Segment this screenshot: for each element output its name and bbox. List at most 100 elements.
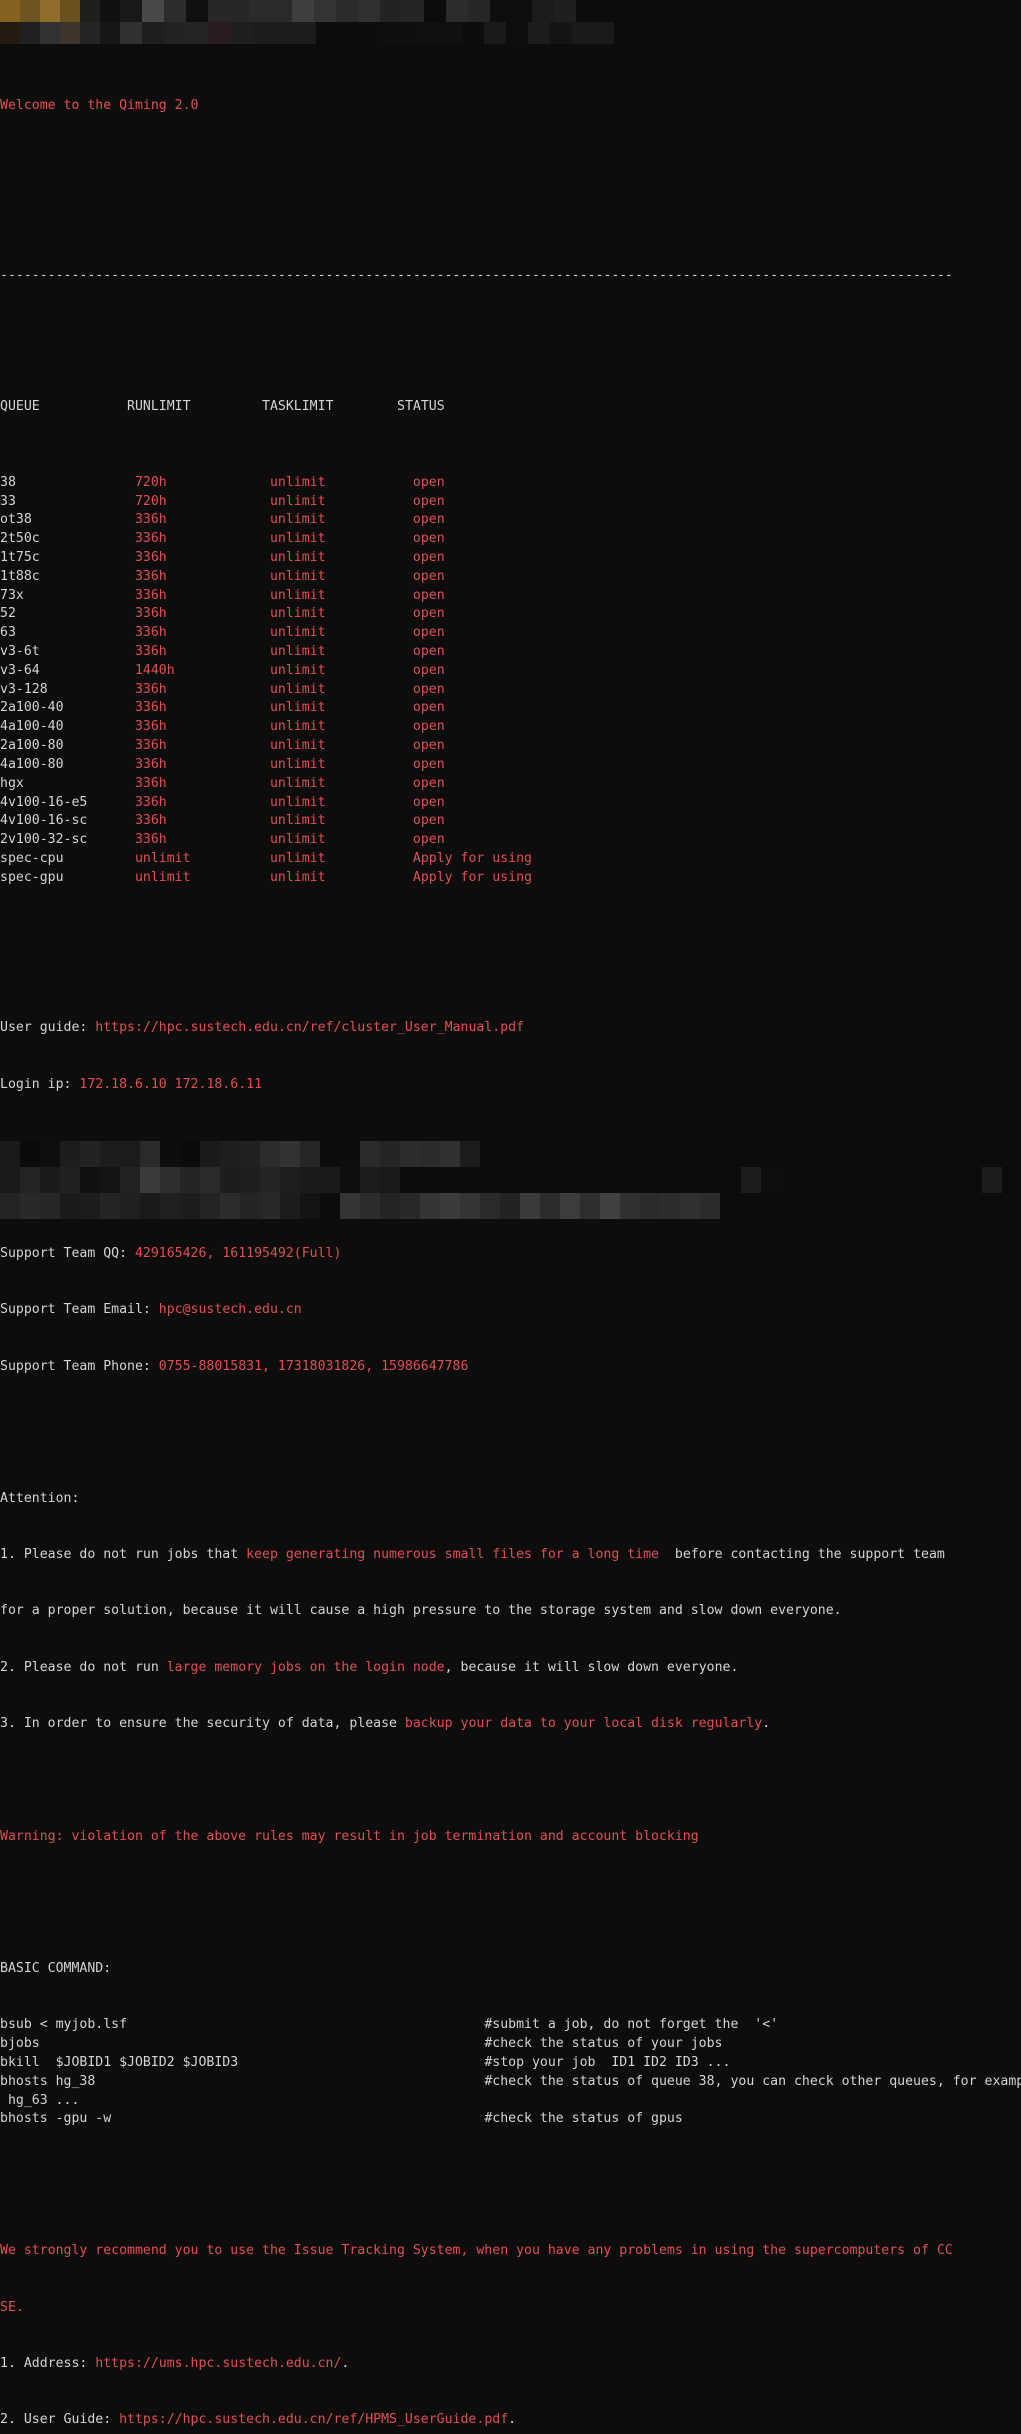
mosaic-block <box>120 1167 140 1193</box>
queue-name: v3-128 <box>0 681 135 697</box>
address-label: 1. Address: <box>0 2355 96 2371</box>
mosaic-block <box>60 1167 80 1193</box>
qq-line: Support Team QQ: 429165426, 161195492(Fu… <box>0 1245 1021 1264</box>
mosaic-block <box>460 1193 480 1219</box>
queue-runlimit: 336h <box>134 549 270 565</box>
mosaic-block <box>160 1193 180 1219</box>
queue-name: 2a100-40 <box>0 700 135 716</box>
queue-tasklimit: unlimit <box>269 512 413 528</box>
queue-name: hgx <box>0 775 135 791</box>
qq-label: Support Team QQ: <box>0 1246 135 1261</box>
command-text: bsub < myjob.lsf <box>0 2017 485 2033</box>
mosaic-block <box>300 1193 320 1219</box>
mosaic-block <box>100 0 120 22</box>
attention-2-pre: 2. Please do not run <box>0 1659 167 1675</box>
mosaic-block <box>80 0 100 22</box>
guide-url[interactable]: https://hpc.sustech.edu.cn/ref/HPMS_User… <box>119 2412 508 2427</box>
queue-runlimit: 336h <box>134 531 270 547</box>
basic-command-body: bsub < myjob.lsf #submit a job, do not f… <box>0 2016 1021 2129</box>
command-comment: #check the status of your jobs <box>484 2036 723 2052</box>
attention-3-pre: 3. In order to ensure the security of da… <box>0 1716 405 1732</box>
mosaic-row <box>0 1193 1021 1219</box>
email-value[interactable]: hpc@sustech.edu.cn <box>159 1302 302 1317</box>
mosaic-block <box>200 1167 220 1193</box>
mosaic-block <box>140 1167 160 1193</box>
mosaic-row <box>0 0 1021 22</box>
mosaic-block <box>120 0 142 22</box>
queue-name: 52 <box>0 606 135 622</box>
attention-item-1-wrap: for a proper solution, because it will c… <box>0 1603 842 1619</box>
mosaic-block <box>20 1167 40 1193</box>
mosaic-block <box>500 1193 520 1219</box>
mosaic-block <box>360 1193 380 1219</box>
mosaic-block <box>280 1167 300 1193</box>
queue-runlimit: 336h <box>134 756 270 772</box>
mosaic-block <box>680 1193 700 1219</box>
queue-runlimit: 336h <box>134 794 270 810</box>
mosaic-block <box>180 1141 200 1167</box>
mosaic-block <box>80 1141 100 1167</box>
terminal-window: Welcome to the Qiming 2.0 --------------… <box>0 0 1021 2427</box>
mosaic-block <box>336 0 358 22</box>
mosaic-block <box>380 1193 400 1219</box>
mosaic-block <box>520 1193 540 1219</box>
queue-table-row: v3-128 336h unlimit open <box>0 681 1021 700</box>
address-url[interactable]: https://ums.hpc.sustech.edu.cn/ <box>95 2356 341 2371</box>
phone-line: Support Team Phone: 0755-88015831, 17318… <box>0 1358 1021 1377</box>
mosaic-block <box>120 1193 140 1219</box>
mosaic-block <box>60 0 80 22</box>
queue-tasklimit: unlimit <box>269 794 413 810</box>
mosaic-block <box>240 1141 260 1167</box>
issue-tracking-recommend-1: We strongly recommend you to use the Iss… <box>0 2243 953 2259</box>
mosaic-block <box>160 1141 180 1167</box>
mosaic-block <box>320 1193 340 1219</box>
mosaic-block <box>240 1167 260 1193</box>
mosaic-block <box>200 1193 220 1219</box>
queue-table-row: 63 336h unlimit open <box>0 624 1021 643</box>
mosaic-block <box>180 1193 200 1219</box>
mosaic-block <box>100 1167 120 1193</box>
welcome-message: Welcome to the Qiming 2.0 <box>0 98 199 114</box>
mosaic-block <box>40 1167 60 1193</box>
queue-runlimit: 336h <box>134 700 270 716</box>
mosaic-block <box>700 1193 720 1219</box>
mosaic-block <box>440 1193 460 1219</box>
mosaic-block <box>380 0 402 22</box>
queue-table-row: spec-gpu unlimit unlimit Apply for using <box>0 869 1021 888</box>
user-guide-url[interactable]: https://hpc.sustech.edu.cn/ref/cluster_U… <box>95 1020 524 1035</box>
mosaic-block <box>600 1193 620 1219</box>
queue-name: 1t75c <box>0 549 135 565</box>
mosaic-block <box>400 1141 420 1167</box>
queue-table-row: 4v100-16-sc 336h unlimit open <box>0 812 1021 831</box>
mosaic-block <box>490 0 532 22</box>
queue-runlimit: unlimit <box>134 850 270 866</box>
mosaic-block <box>314 0 336 22</box>
queue-table-row: 4v100-16-e5 336h unlimit open <box>0 794 1021 813</box>
queue-runlimit: 336h <box>134 738 270 754</box>
mosaic-block <box>0 1193 20 1219</box>
queue-runlimit: 336h <box>134 813 270 829</box>
queue-tasklimit: unlimit <box>269 606 413 622</box>
attention-item-2: 2. Please do not run large memory jobs o… <box>0 1659 1021 1678</box>
mosaic-block <box>580 1193 600 1219</box>
pixelated-header-region <box>0 0 1021 44</box>
mosaic-block <box>446 0 468 22</box>
command-comment: #check the status of queue 38, you can c… <box>484 2073 1021 2089</box>
queue-tasklimit: unlimit <box>269 813 413 829</box>
queue-table-row: 33 720h unlimit open <box>0 493 1021 512</box>
warning-line: Warning: violation of the above rules ma… <box>0 1829 699 1845</box>
mosaic-block <box>220 1193 240 1219</box>
attention-1-emphasis: keep generating numerous small files for… <box>246 1547 659 1562</box>
queue-tasklimit: unlimit <box>269 644 413 659</box>
queue-name: 4a100-80 <box>0 756 135 772</box>
queue-name: 38 <box>0 474 135 490</box>
mosaic-block <box>260 1193 280 1219</box>
queue-tasklimit: unlimit <box>269 700 413 716</box>
queue-name: 2t50c <box>0 531 135 547</box>
mosaic-block <box>380 1141 400 1167</box>
mosaic-block <box>100 1193 120 1219</box>
queue-status: open <box>412 644 445 659</box>
queue-runlimit: unlimit <box>134 869 270 885</box>
